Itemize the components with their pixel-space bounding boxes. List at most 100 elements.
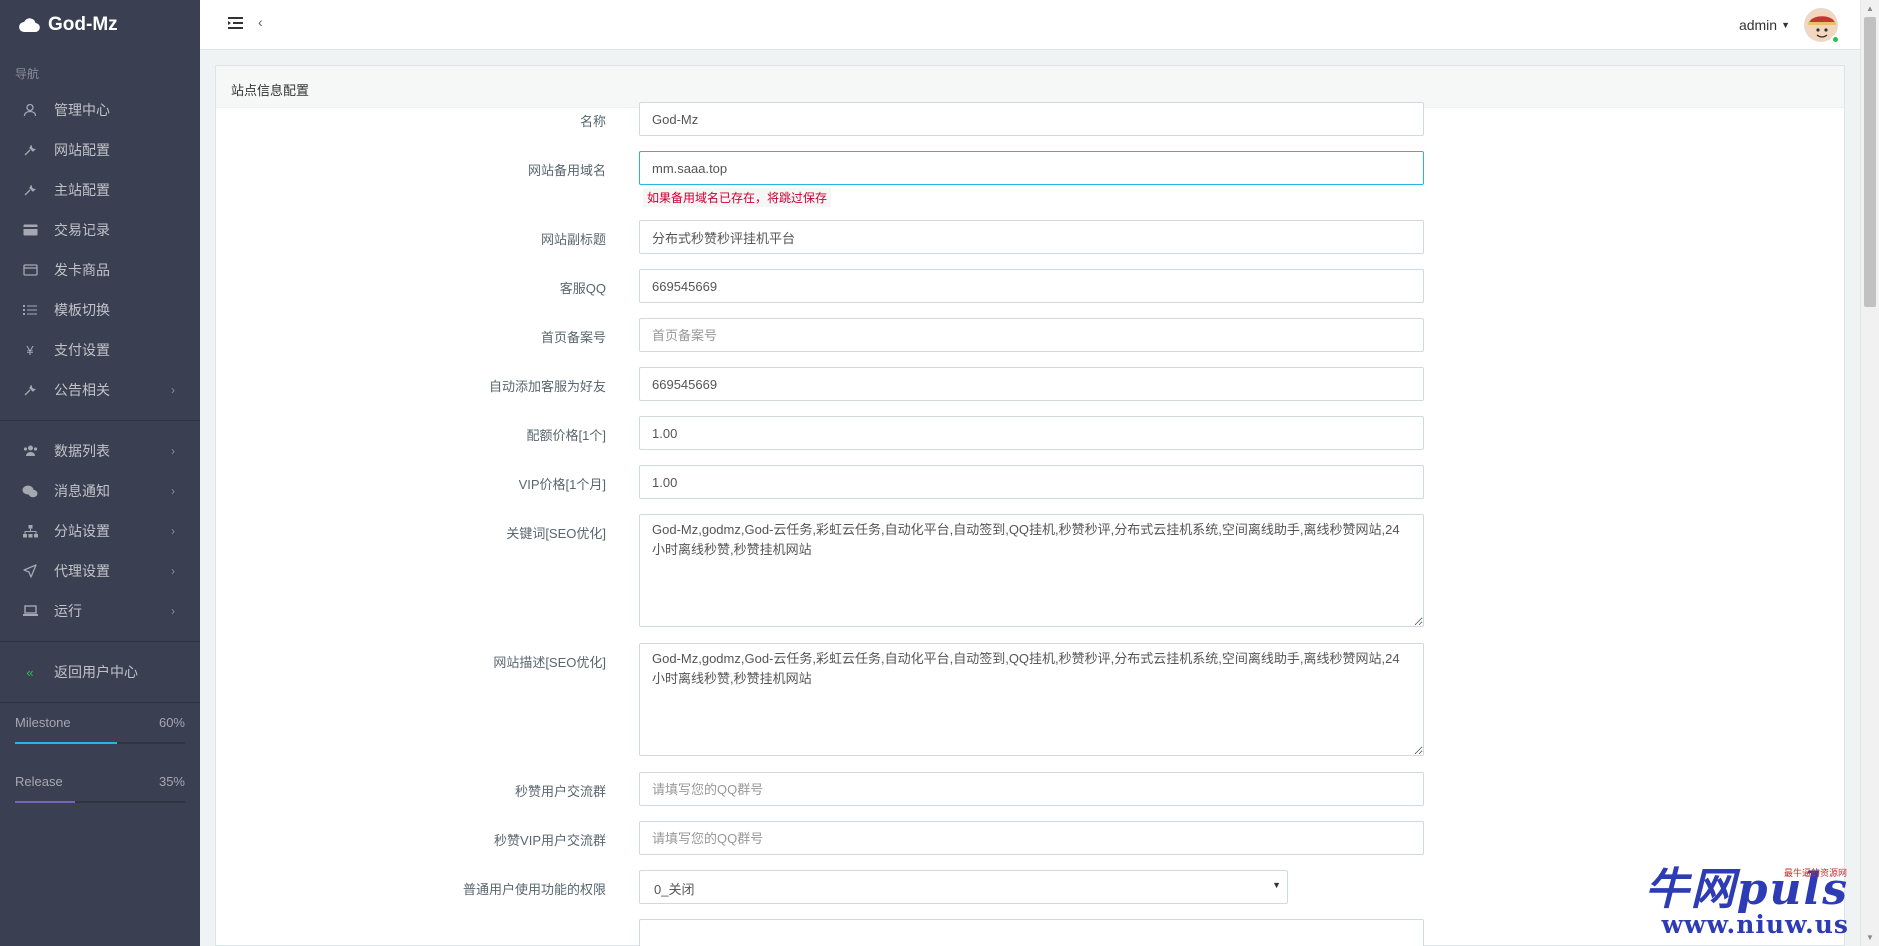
watermark-bottom: www.niuw.us bbox=[1661, 910, 1849, 939]
watermark-tag: 最牛逼的资源网 bbox=[1783, 868, 1847, 878]
user-icon bbox=[22, 102, 38, 118]
wrench-icon bbox=[22, 142, 38, 158]
scroll-down-icon[interactable]: ▼ bbox=[1866, 933, 1874, 942]
nav-header: 导航 bbox=[15, 67, 40, 81]
sidebar-item-template-switch[interactable]: 模板切换 bbox=[0, 290, 200, 330]
chevron-right-icon: › bbox=[171, 383, 175, 397]
sidebar-item-announcements[interactable]: 公告相关 › bbox=[0, 370, 200, 410]
field-label: 秒赞用户交流群 bbox=[514, 784, 606, 799]
site-config-panel: 站点信息配置 名称 网站备用域名 如果备用域名已存在，将跳过保存 网站副标题 客… bbox=[215, 65, 1845, 946]
nav-divider bbox=[0, 420, 200, 421]
cloud-icon bbox=[19, 18, 40, 33]
double-chevron-left-icon: « bbox=[26, 664, 34, 680]
subtitle-input[interactable] bbox=[639, 220, 1424, 254]
field-label: 配额价格[1个] bbox=[526, 428, 606, 443]
auto-friend-input[interactable] bbox=[639, 367, 1424, 401]
progress-label: Milestone bbox=[15, 715, 71, 730]
sidebar-item-label: 代理设置 bbox=[54, 563, 110, 579]
wechat-icon bbox=[22, 483, 38, 499]
sidebar-item-label: 交易记录 bbox=[54, 222, 110, 238]
sidebar-item-site-config[interactable]: 网站配置 bbox=[0, 130, 200, 170]
progress-percent: 60% bbox=[158, 715, 185, 730]
scroll-thumb[interactable] bbox=[1864, 17, 1876, 307]
watermark: 最牛逼的资源网 牛网puls www.niuw.us bbox=[1645, 868, 1849, 938]
progress-track bbox=[15, 742, 185, 744]
nav-divider bbox=[0, 702, 200, 703]
nav-group-secondary: 数据列表 › 消息通知 › 分站设置 › 代理设置 › 运行 › bbox=[0, 431, 200, 631]
topbar: ‹ admin ▼ bbox=[200, 0, 1860, 50]
field-label: 网站备用域名 bbox=[527, 163, 606, 178]
progress-percent: 35% bbox=[158, 774, 185, 789]
field-label: 网站副标题 bbox=[540, 232, 606, 247]
progress-label: Release bbox=[15, 774, 63, 789]
name-input[interactable] bbox=[639, 102, 1424, 136]
progress-track bbox=[15, 801, 185, 803]
brand-name: God-Mz bbox=[48, 14, 118, 35]
chevron-right-icon: › bbox=[171, 444, 175, 458]
sitemap-icon bbox=[22, 523, 38, 539]
sidebar-item-agent-settings[interactable]: 代理设置 › bbox=[0, 551, 200, 591]
sidebar-item-label: 发卡商品 bbox=[54, 262, 110, 278]
sidebar-item-card-products[interactable]: 发卡商品 bbox=[0, 250, 200, 290]
credit-card-icon bbox=[22, 222, 38, 238]
yen-icon: ¥ bbox=[26, 342, 34, 358]
send-icon bbox=[22, 563, 38, 579]
sidebar-item-transactions[interactable]: 交易记录 bbox=[0, 210, 200, 250]
user-menu[interactable]: admin ▼ bbox=[1739, 8, 1840, 44]
menu-toggle-icon[interactable] bbox=[228, 16, 243, 32]
nav-group-main: 管理中心 网站配置 主站配置 交易记录 发卡商品 模板切换 ¥ 支付设置 公告相… bbox=[0, 90, 200, 410]
progress-fill bbox=[15, 801, 75, 803]
online-status-dot bbox=[1831, 35, 1840, 44]
sidebar-item-main-site-config[interactable]: 主站配置 bbox=[0, 170, 200, 210]
icp-input[interactable] bbox=[639, 318, 1424, 352]
scroll-up-icon[interactable]: ▲ bbox=[1866, 4, 1874, 13]
brand[interactable]: God-Mz bbox=[0, 0, 200, 50]
card-icon bbox=[22, 262, 38, 278]
field-label: 网站描述[SEO优化] bbox=[493, 655, 606, 670]
sidebar-item-label: 主站配置 bbox=[54, 182, 110, 198]
sidebar-item-label: 消息通知 bbox=[54, 483, 110, 499]
qq-input[interactable] bbox=[639, 269, 1424, 303]
keywords-textarea[interactable]: God-Mz,godmz,God-云任务,彩虹云任务,自动化平台,自动签到,QQ… bbox=[639, 514, 1424, 627]
field-label: 名称 bbox=[579, 114, 606, 129]
field-label: 关键词[SEO优化] bbox=[506, 526, 606, 541]
field-label: 客服QQ bbox=[559, 281, 606, 296]
vip-price-input[interactable] bbox=[639, 465, 1424, 499]
sidebar-item-label: 模板切换 bbox=[54, 302, 110, 318]
permission-select[interactable]: 0_关闭 ▼ bbox=[639, 870, 1288, 904]
sidebar-item-payment-settings[interactable]: ¥ 支付设置 bbox=[0, 330, 200, 370]
description-textarea[interactable]: God-Mz,godmz,God-云任务,彩虹云任务,自动化平台,自动签到,QQ… bbox=[639, 643, 1424, 756]
scrollbar[interactable]: ▲ ▼ bbox=[1860, 0, 1879, 946]
sidebar-item-run[interactable]: 运行 › bbox=[0, 591, 200, 631]
laptop-icon bbox=[22, 603, 38, 619]
next-field-partial[interactable] bbox=[639, 919, 1424, 946]
progress-release: Release 35% bbox=[15, 774, 185, 803]
progress-fill bbox=[15, 742, 117, 744]
user-name[interactable]: admin bbox=[1739, 17, 1777, 33]
chevron-down-icon: ▼ bbox=[1272, 880, 1281, 890]
sidebar-item-notifications[interactable]: 消息通知 › bbox=[0, 471, 200, 511]
chevron-right-icon: › bbox=[171, 604, 175, 618]
backup-domain-input[interactable] bbox=[639, 151, 1424, 185]
sidebar-item-data-list[interactable]: 数据列表 › bbox=[0, 431, 200, 471]
progress-milestone: Milestone 60% bbox=[15, 715, 185, 744]
sidebar-item-substation-settings[interactable]: 分站设置 › bbox=[0, 511, 200, 551]
chevron-right-icon: › bbox=[171, 564, 175, 578]
chevron-left-icon[interactable]: ‹ bbox=[258, 14, 263, 30]
sidebar-item-label: 返回用户中心 bbox=[54, 664, 138, 680]
sidebar-item-label: 支付设置 bbox=[54, 342, 110, 358]
field-label: 秒赞VIP用户交流群 bbox=[494, 833, 606, 848]
sidebar-item-admin-center[interactable]: 管理中心 bbox=[0, 90, 200, 130]
wrench-icon bbox=[22, 182, 38, 198]
field-label: 首页备案号 bbox=[540, 330, 606, 345]
backup-domain-help: 如果备用域名已存在，将跳过保存 bbox=[643, 188, 832, 207]
field-label: 自动添加客服为好友 bbox=[488, 379, 606, 394]
sidebar-item-label: 运行 bbox=[54, 603, 82, 619]
caret-down-icon: ▼ bbox=[1781, 20, 1790, 30]
user-group-input[interactable] bbox=[639, 772, 1424, 806]
sidebar-item-back-to-user-center[interactable]: « 返回用户中心 bbox=[0, 652, 200, 692]
quota-price-input[interactable] bbox=[639, 416, 1424, 450]
field-label: 普通用户使用功能的权限 bbox=[462, 882, 606, 897]
vip-group-input[interactable] bbox=[639, 821, 1424, 855]
field-label: VIP价格[1个月] bbox=[518, 477, 606, 492]
